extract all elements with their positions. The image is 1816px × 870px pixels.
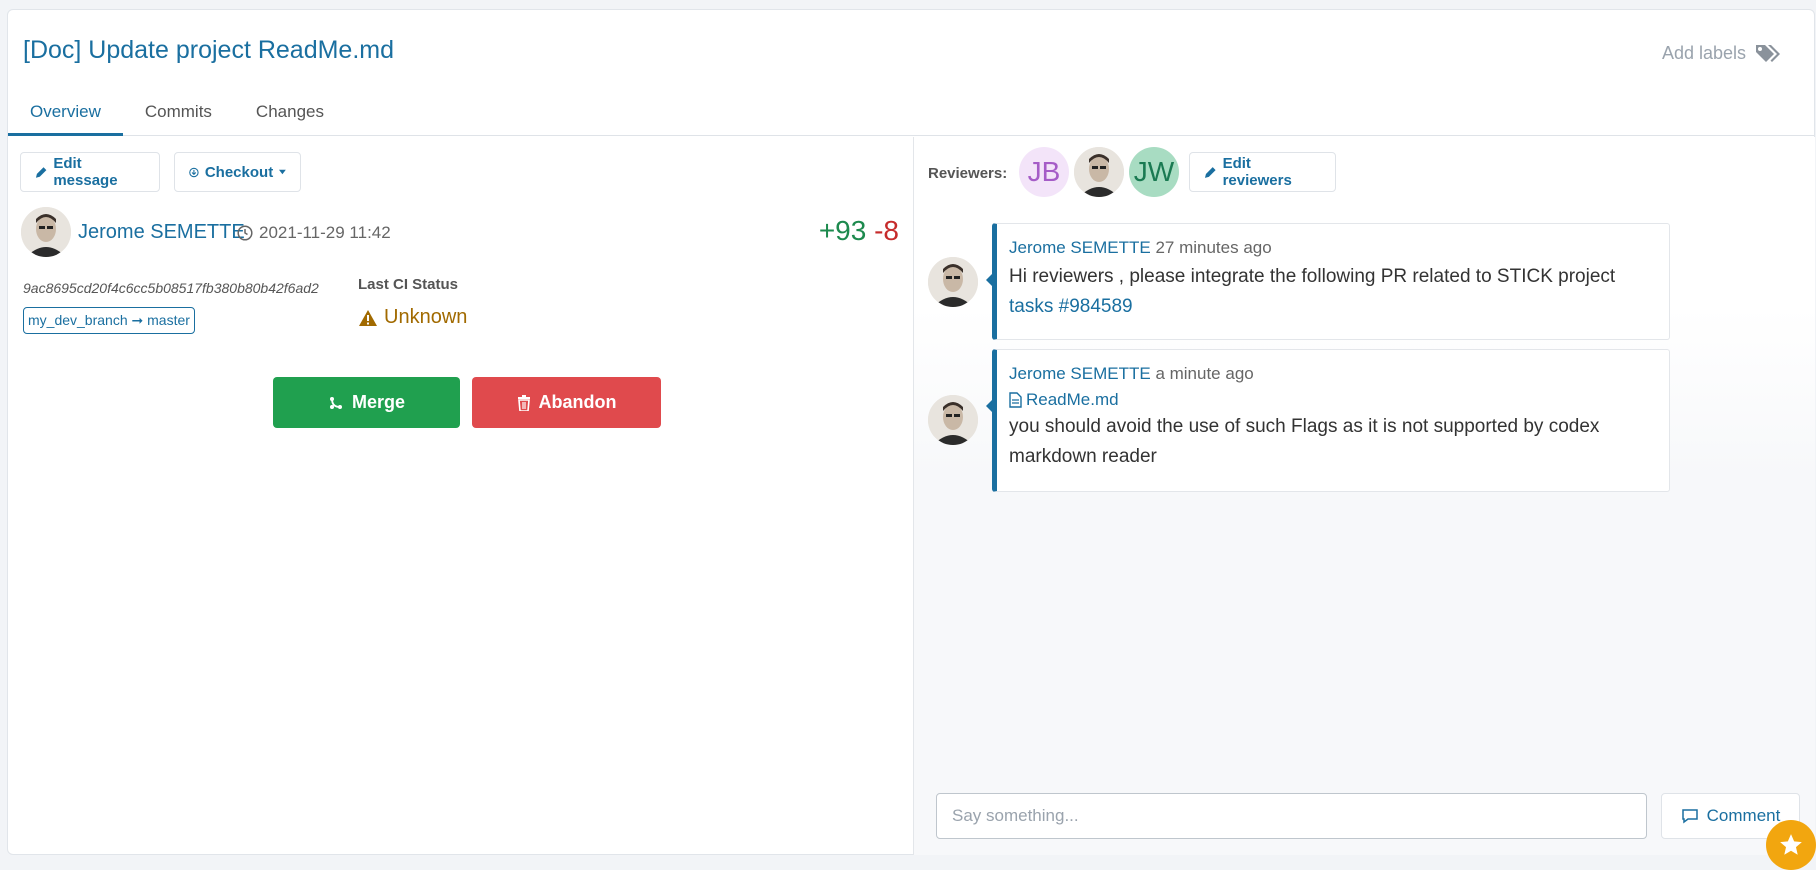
merge-label: Merge [351, 392, 405, 412]
lines-added: +93 [818, 215, 867, 246]
comment-avatar [928, 395, 978, 445]
tab-changes[interactable]: Changes [234, 88, 346, 136]
tab-commits[interactable]: Commits [123, 88, 234, 136]
comment-body-line2: markdown reader [1009, 446, 1157, 467]
file-name: ReadMe.md [1026, 390, 1119, 409]
overview-left-panel: Edit message Checkout Jerome SEMETTE 202… [8, 137, 913, 855]
source-branch: my_dev_branch [28, 312, 128, 328]
diff-stats: +93 -8 [819, 215, 899, 247]
pencil-icon [1204, 166, 1216, 178]
pencil-icon [35, 166, 47, 178]
warning-icon [359, 309, 377, 326]
comment-card: Jerome SEMETTE a minute ago ReadMe.md yo… [986, 349, 1670, 492]
ci-status: Unknown [358, 306, 467, 329]
task-link[interactable]: tasks #984589 [1009, 292, 1657, 322]
discussion-panel: Reviewers: JB JW Edit reviewers Jerome S… [913, 137, 1815, 855]
edit-reviewers-label: Edit reviewers [1222, 155, 1292, 189]
ci-status-label: Last CI Status [358, 276, 459, 293]
comment-author[interactable]: Jerome SEMETTE [1009, 238, 1151, 257]
abandon-label: Abandon [538, 392, 617, 412]
comment-card: Jerome SEMETTE 27 minutes ago Hi reviewe… [986, 223, 1670, 340]
merge-button[interactable]: Merge [273, 377, 460, 428]
file-icon [1009, 392, 1022, 408]
edit-message-label: Edit message [53, 155, 118, 189]
edit-message-button[interactable]: Edit message [20, 152, 160, 192]
file-link[interactable]: ReadMe.md [1009, 390, 1657, 410]
ci-status-text: Unknown [384, 306, 468, 328]
target-branch: master [147, 312, 190, 328]
reviewer-avatar-jb[interactable]: JB [1019, 147, 1069, 197]
comment-time: 27 minutes ago [1155, 238, 1272, 257]
tags-icon [1756, 45, 1780, 62]
pull-request-card: [Doc] Update project ReadMe.md Add label… [7, 9, 1815, 855]
add-labels-button[interactable]: Add labels [1662, 42, 1780, 64]
trash-icon [517, 394, 530, 411]
star-icon [1780, 834, 1802, 855]
comment-time: a minute ago [1155, 364, 1254, 383]
comment-author[interactable]: Jerome SEMETTE [1009, 364, 1151, 383]
commit-date: 2021-11-29 11:42 [237, 223, 391, 243]
comment-body: you should avoid the use of such Flags a… [1009, 416, 1600, 437]
edit-reviewers-button[interactable]: Edit reviewers [1189, 152, 1336, 192]
reviewer-avatar-jw[interactable]: JW [1129, 147, 1179, 197]
arrow-right-icon: ➞ [131, 312, 144, 328]
comment-input[interactable]: Say something... [936, 793, 1647, 839]
tab-overview[interactable]: Overview [8, 88, 123, 136]
branch-badge: my_dev_branch ➞ master [23, 307, 195, 334]
add-labels-label: Add labels [1661, 42, 1746, 63]
commit-date-text: 2021-11-29 11:42 [259, 223, 391, 242]
commit-hash: 9ac8695cd20f4c6cc5b08517fb380b80b42f6ad2 [23, 280, 319, 296]
favorite-fab[interactable] [1766, 820, 1816, 870]
comment-body: Hi reviewers , please integrate the foll… [1009, 266, 1616, 287]
chat-icon [1681, 809, 1698, 824]
comment-header: Jerome SEMETTE 27 minutes ago [1009, 238, 1657, 258]
comment-button-label: Comment [1706, 806, 1781, 825]
comment-avatar [928, 257, 978, 307]
clock-icon [237, 225, 253, 241]
download-circle-icon [189, 167, 199, 177]
checkout-label: Checkout [204, 163, 274, 181]
merge-icon [329, 396, 342, 409]
caret-down-icon [279, 169, 286, 175]
reviewers-label: Reviewers: [928, 165, 1008, 182]
author-avatar [21, 207, 71, 257]
author-name[interactable]: Jerome SEMETTE [78, 221, 245, 244]
page-title: [Doc] Update project ReadMe.md [23, 36, 395, 64]
tab-bar: Overview Commits Changes [8, 88, 1814, 136]
abandon-button[interactable]: Abandon [472, 377, 661, 428]
checkout-dropdown-button[interactable]: Checkout [174, 152, 301, 192]
reviewer-avatar-photo[interactable] [1074, 147, 1124, 197]
comment-header: Jerome SEMETTE a minute ago [1009, 364, 1657, 384]
lines-removed: -8 [874, 215, 899, 246]
